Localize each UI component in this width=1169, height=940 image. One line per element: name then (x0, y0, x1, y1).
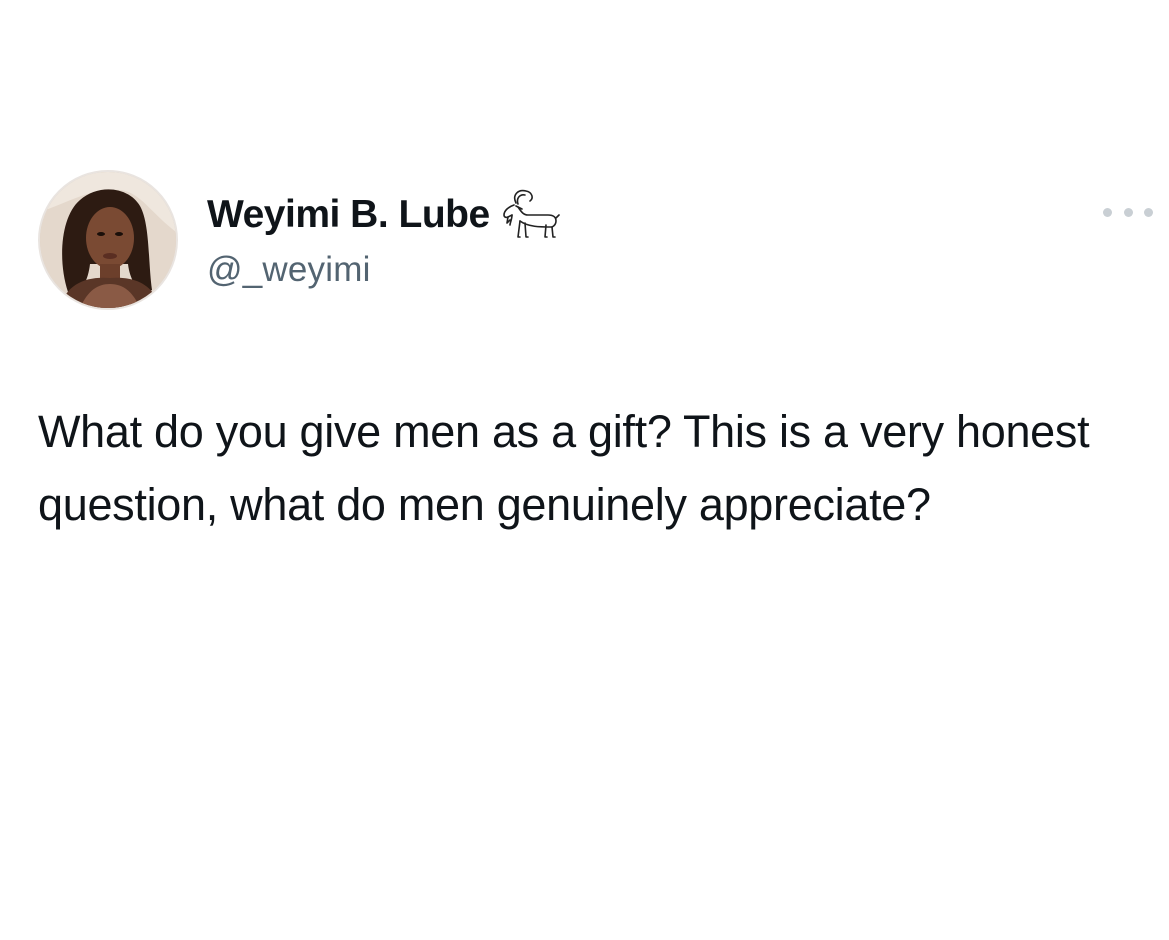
tweet-card: Weyimi B. Lube @_weyimi What do you give… (0, 0, 1169, 940)
more-dot (1123, 207, 1133, 217)
author-name-row: Weyimi B. Lube (207, 189, 560, 240)
avatar[interactable] (38, 170, 178, 310)
tweet-text: What do you give men as a gift? This is … (38, 406, 1090, 530)
goat-icon (498, 189, 560, 247)
more-options-icon[interactable] (1103, 200, 1153, 224)
more-dot (1144, 207, 1153, 217)
more-dot (1103, 207, 1112, 217)
avatar-photo (40, 172, 176, 308)
author-display-name[interactable]: Weyimi B. Lube (207, 193, 490, 237)
author-handle[interactable]: @_weyimi (207, 250, 371, 290)
